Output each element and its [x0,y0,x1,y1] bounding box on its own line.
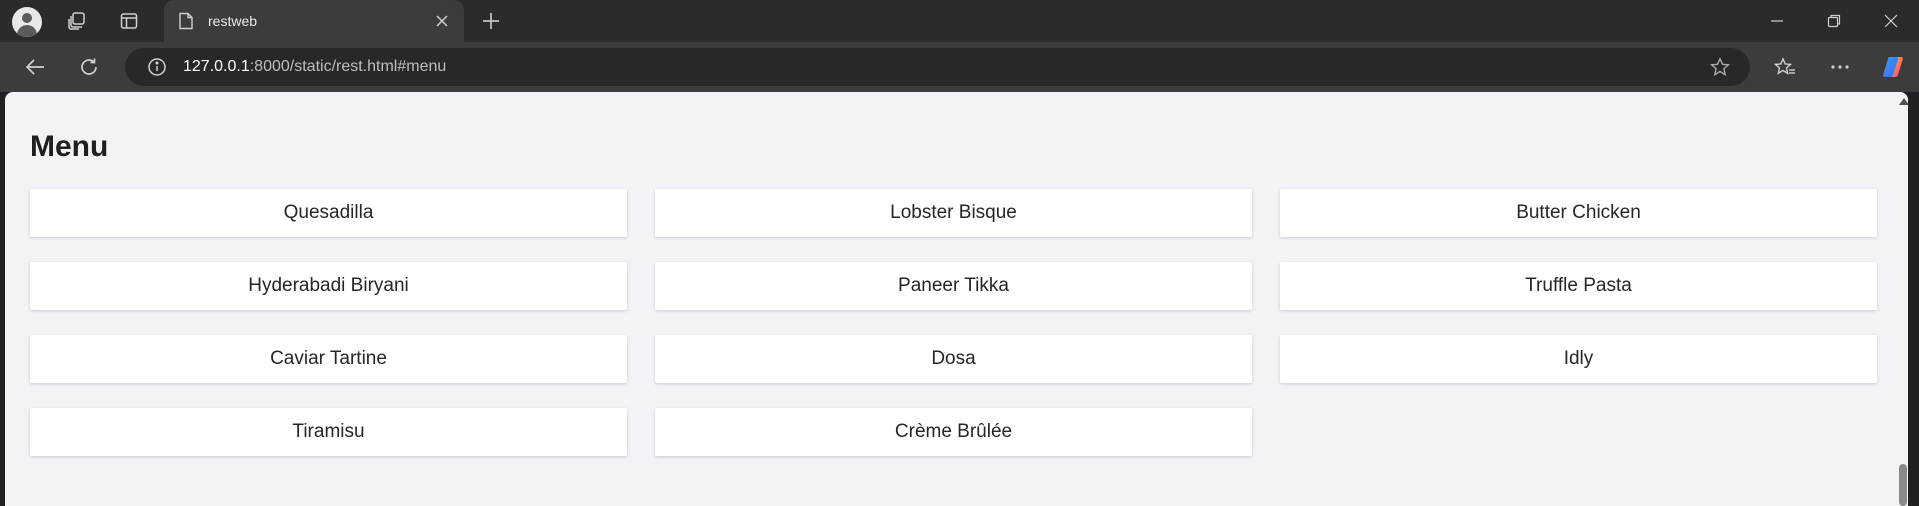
menu-grid: Quesadilla Lobster Bisque Butter Chicken… [30,189,1877,456]
more-options-button[interactable] [1826,53,1854,81]
menu-item-hyderabadi-biryani[interactable]: Hyderabadi Biryani [30,262,627,310]
vertical-scrollbar[interactable] [1898,92,1908,506]
page-viewport: Menu Quesadilla Lobster Bisque Butter Ch… [5,92,1908,506]
new-tab-button[interactable] [478,8,504,34]
menu-item-paneer-tikka[interactable]: Paneer Tikka [655,262,1252,310]
tab-restweb[interactable]: restweb [164,0,464,42]
profile-icon [11,6,42,37]
menu-item-caviar-tartine[interactable]: Caviar Tartine [30,335,627,383]
back-arrow-icon [25,59,44,75]
reload-icon [81,58,97,75]
workspaces-icon[interactable] [65,9,89,33]
close-icon [1884,14,1898,28]
reload-button[interactable] [75,53,103,81]
restore-button[interactable] [1821,8,1847,34]
menu-item-truffle-pasta[interactable]: Truffle Pasta [1280,262,1877,310]
profile-avatar[interactable] [10,5,43,38]
browser-toolbar: 127.0.0.1:8000/static/rest.html#menu [0,42,1919,92]
page-title: Menu [30,130,109,163]
scrollbar-thumb[interactable] [1899,464,1907,506]
plus-icon [483,13,499,29]
ellipsis-icon [1831,65,1849,69]
favorites-button[interactable] [1771,53,1799,81]
menu-item-quesadilla[interactable]: Quesadilla [30,189,627,237]
favorite-star-icon[interactable] [1706,53,1734,81]
close-window-button[interactable] [1878,8,1904,34]
minimize-button[interactable] [1764,8,1790,34]
url-path: :8000/static/rest.html#menu [249,58,447,75]
menu-item-idly[interactable]: Idly [1280,335,1877,383]
menu-item-creme-brulee[interactable]: Crème Brûlée [655,408,1252,456]
favorites-icon [1774,57,1795,75]
url-text[interactable]: 127.0.0.1:8000/static/rest.html#menu [183,58,1706,76]
back-button[interactable] [21,53,49,81]
copilot-icon [1883,57,1903,77]
scroll-up-arrow-icon[interactable] [1899,98,1908,105]
page-icon [176,11,196,31]
minimize-icon [1771,20,1783,22]
site-info-icon[interactable] [145,55,169,79]
tab-strip: restweb [0,0,1919,42]
menu-item-butter-chicken[interactable]: Butter Chicken [1280,189,1877,237]
menu-item-tiramisu[interactable]: Tiramisu [30,408,627,456]
address-bar[interactable]: 127.0.0.1:8000/static/rest.html#menu [125,48,1750,86]
menu-item-lobster-bisque[interactable]: Lobster Bisque [655,189,1252,237]
vertical-tabs-icon[interactable] [117,9,141,33]
menu-item-dosa[interactable]: Dosa [655,335,1252,383]
tab-title: restweb [208,13,258,29]
restore-icon [1827,14,1841,28]
copilot-button[interactable] [1879,53,1907,81]
url-host: 127.0.0.1 [183,58,250,75]
close-tab-icon[interactable] [430,9,454,33]
